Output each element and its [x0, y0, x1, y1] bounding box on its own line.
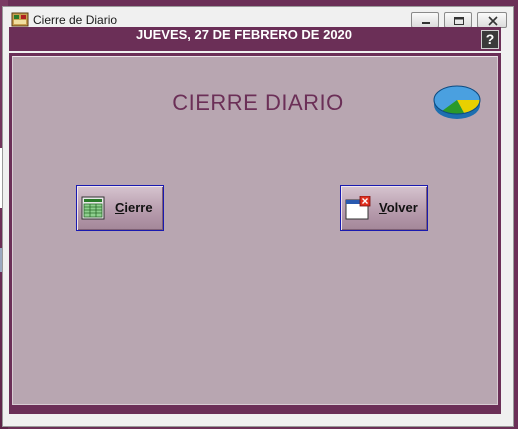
bottom-border: [9, 408, 501, 414]
volver-button-label: Volver: [379, 200, 418, 215]
close-button[interactable]: [477, 12, 507, 28]
page-title: CIERRE DIARIO: [172, 90, 344, 115]
window-title: Cierre de Diario: [33, 13, 118, 27]
current-date: JUEVES, 27 DE FEBRERO DE 2020: [135, 27, 353, 42]
cierre-button-label: Cierre: [115, 200, 153, 215]
minimize-button[interactable]: [411, 12, 439, 28]
cierre-button[interactable]: Cierre: [76, 185, 164, 231]
spreadsheet-icon: [81, 196, 107, 220]
maximize-button[interactable]: [444, 12, 472, 28]
pie-chart-icon: [432, 80, 482, 122]
volver-button[interactable]: Volver: [340, 185, 428, 231]
help-button[interactable]: ?: [481, 30, 499, 49]
main-panel: CIERRE DIARIO Cierre Volver: [9, 53, 501, 408]
date-bar: JUEVES, 27 DE FEBRERO DE 2020 ?: [9, 27, 501, 51]
app-icon: [11, 12, 29, 28]
window-close-icon: [345, 195, 371, 220]
